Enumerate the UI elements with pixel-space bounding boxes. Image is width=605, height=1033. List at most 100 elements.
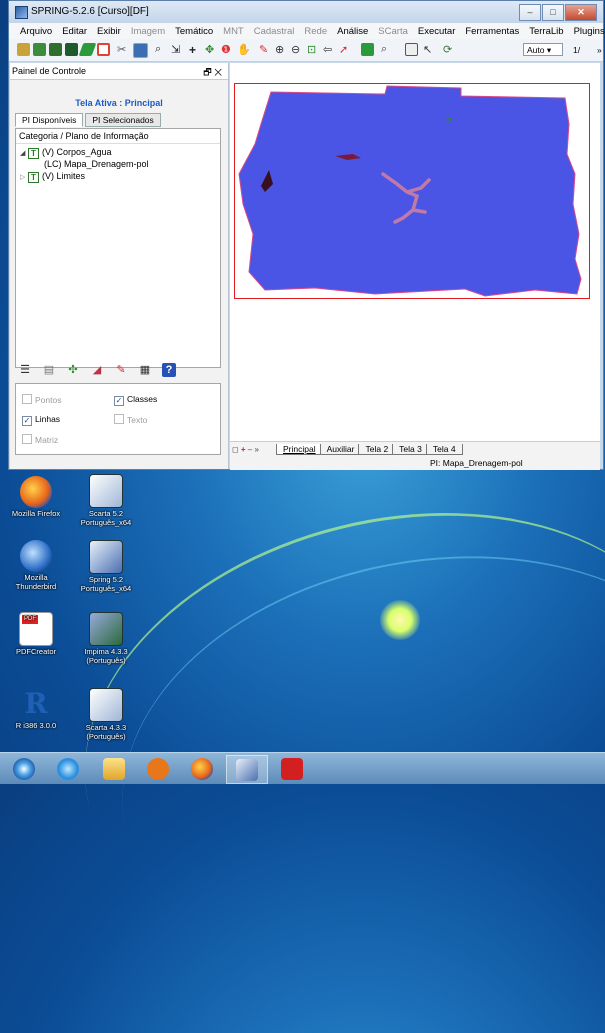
layer-icon[interactable] — [49, 43, 62, 56]
tab-principal[interactable]: Principal — [276, 444, 323, 455]
add-icon[interactable]: + — [189, 43, 202, 57]
minimize-button[interactable]: – — [519, 4, 541, 21]
desktop-icon-scarta433[interactable]: Scarta 4.3.3 (Português) — [74, 688, 138, 741]
menu-imagem[interactable]: Imagem — [126, 26, 170, 37]
edit-icon[interactable] — [78, 43, 97, 56]
visual-icon[interactable]: ◢ — [90, 363, 104, 377]
tab-auxiliar[interactable]: Auxiliar — [319, 444, 362, 455]
refresh-icon[interactable]: ⟳ — [443, 43, 456, 56]
spring-app-icon — [15, 6, 28, 19]
help-icon[interactable]: ? — [162, 363, 176, 377]
tab-pi-selecionados[interactable]: PI Selecionados — [85, 113, 161, 127]
menu-rede[interactable]: Rede — [299, 26, 332, 37]
scarta-icon — [89, 688, 123, 722]
start-button[interactable] — [4, 755, 44, 782]
spring-icon — [89, 540, 123, 574]
classes-icon[interactable]: ✣ — [66, 363, 80, 377]
checkbox-classes[interactable]: ✓ Classes — [114, 394, 157, 406]
pan-icon[interactable]: ✋ — [237, 43, 251, 56]
menu-editar[interactable]: Editar — [57, 26, 92, 37]
toolbar-overflow[interactable]: » — [597, 45, 602, 55]
tree-item-mapa-drenagem[interactable]: (LC) Mapa_Drenagem-pol — [44, 159, 149, 169]
tab-pi-disponiveis[interactable]: PI Disponíveis — [15, 113, 84, 127]
desktop-icon-impima[interactable]: Impima 4.3.3 (Português) — [74, 612, 138, 665]
pencil-icon[interactable]: ✎ — [259, 43, 272, 56]
desktop-icon-r[interactable]: R R i386 3.0.0 — [4, 688, 68, 731]
checkbox-box[interactable] — [22, 394, 32, 404]
tab-controls[interactable]: ◻ + – » — [232, 445, 259, 454]
cut-icon[interactable]: ✂ — [117, 43, 130, 56]
desktop-icon-spring52[interactable]: Spring 5.2 Português_x64 — [74, 540, 138, 593]
menu-terralib[interactable]: TerraLib — [524, 26, 568, 37]
menu-scarta[interactable]: SCarta — [373, 26, 413, 37]
panel-header: Painel de Controle 🗗 ✕ — [10, 63, 228, 80]
taskbar-spring[interactable] — [226, 755, 268, 784]
tab-tela-2[interactable]: Tela 2 — [358, 444, 396, 455]
title-bar[interactable]: SPRING-5.2.6 [Curso][DF] – □ ✕ — [9, 1, 603, 23]
checkbox-texto[interactable]: Texto — [114, 414, 147, 425]
check-icon[interactable]: ✓ — [22, 416, 32, 426]
info-icon[interactable]: ❶ — [221, 43, 234, 56]
scale-field[interactable]: 1/ — [573, 45, 580, 55]
expand-arrow-icon[interactable]: ◢ — [20, 149, 28, 157]
menu-analise[interactable]: Análise — [332, 26, 373, 37]
properties-icon[interactable]: ▤ — [42, 363, 56, 377]
taskbar-media[interactable] — [138, 755, 178, 782]
desktop-icon-scarta52[interactable]: Scarta 5.2 Português_x64 — [74, 474, 138, 527]
magnify-icon[interactable]: ⌕ — [381, 43, 394, 56]
desktop-icon-thunderbird[interactable]: Mozilla Thunderbird — [4, 540, 68, 591]
zoom-window-icon[interactable]: ⊡ — [307, 43, 320, 56]
cursor-icon[interactable]: ➚ — [339, 43, 352, 56]
frame-icon[interactable] — [97, 43, 110, 56]
desktop-icon-firefox[interactable]: Mozilla Firefox — [4, 476, 68, 519]
taskbar-ie[interactable] — [48, 755, 88, 782]
control-panel: Painel de Controle 🗗 ✕ Tela Ativa : Prin… — [10, 63, 229, 469]
tree-item-limites[interactable]: ▷ T (V) Limites — [20, 171, 85, 183]
taskbar-firefox[interactable] — [182, 755, 222, 782]
taskbar-explorer[interactable] — [94, 755, 134, 782]
close-button[interactable]: ✕ — [565, 4, 597, 21]
checkbox-linhas[interactable]: ✓ Linhas — [22, 414, 60, 426]
maximize-button[interactable]: □ — [542, 4, 564, 21]
project-icon[interactable] — [33, 43, 46, 56]
edit-pencil-icon[interactable]: ✎ — [114, 363, 128, 377]
move-icon[interactable]: ✥ — [205, 43, 218, 56]
tree-item-corpos-agua[interactable]: ◢ T (V) Corpos_Agua — [20, 147, 112, 159]
collapse-arrow-icon[interactable]: ▷ — [20, 173, 28, 181]
tab-tela-3[interactable]: Tela 3 — [392, 444, 429, 455]
panel-controls[interactable]: 🗗 ✕ — [203, 65, 222, 81]
menu-tematico[interactable]: Temático — [170, 26, 218, 37]
thunderbird-icon — [20, 540, 52, 572]
menu-cadastral[interactable]: Cadastral — [249, 26, 300, 37]
checkbox-box[interactable] — [22, 434, 32, 444]
menu-mnt[interactable]: MNT — [218, 26, 249, 37]
import-icon[interactable]: ⇲ — [171, 43, 184, 56]
panel-icon[interactable] — [405, 43, 418, 56]
display-icon[interactable] — [133, 43, 148, 58]
zoom-icon[interactable]: ⌕ — [155, 43, 168, 56]
panel-icon-bar: ☰ ▤ ✣ ◢ ✎ ▦ ? — [18, 363, 176, 377]
zoom-select[interactable]: Auto ▾ — [523, 43, 563, 56]
grid-icon[interactable] — [65, 43, 78, 56]
menu-arquivo[interactable]: Arquivo — [15, 26, 57, 37]
color-icon[interactable] — [361, 43, 374, 56]
menu-ferramentas[interactable]: Ferramentas — [460, 26, 524, 37]
check-icon[interactable]: ✓ — [114, 396, 124, 406]
list-icon[interactable]: ☰ — [18, 363, 32, 377]
tab-tela-4[interactable]: Tela 4 — [425, 444, 463, 455]
taskbar-acrobat[interactable] — [272, 755, 312, 782]
back-icon[interactable]: ⇦ — [323, 43, 336, 56]
map-canvas[interactable] — [230, 63, 600, 441]
checkbox-matriz[interactable]: Matriz — [22, 434, 58, 445]
pointer-icon[interactable]: ↖ — [423, 43, 436, 56]
menu-executar[interactable]: Executar — [413, 26, 461, 37]
checkbox-box[interactable] — [114, 414, 124, 424]
zoom-in-icon[interactable]: ⊕ — [275, 43, 288, 56]
database-icon[interactable] — [17, 43, 30, 56]
table-icon[interactable]: ▦ — [138, 363, 152, 377]
menu-plugins[interactable]: Plugins — [569, 26, 605, 37]
zoom-out-icon[interactable]: ⊖ — [291, 43, 304, 56]
checkbox-pontos[interactable]: Pontos — [22, 394, 61, 405]
menu-exibir[interactable]: Exibir — [92, 26, 126, 37]
desktop-icon-pdfcreator[interactable]: PDF PDFCreator — [4, 612, 68, 657]
